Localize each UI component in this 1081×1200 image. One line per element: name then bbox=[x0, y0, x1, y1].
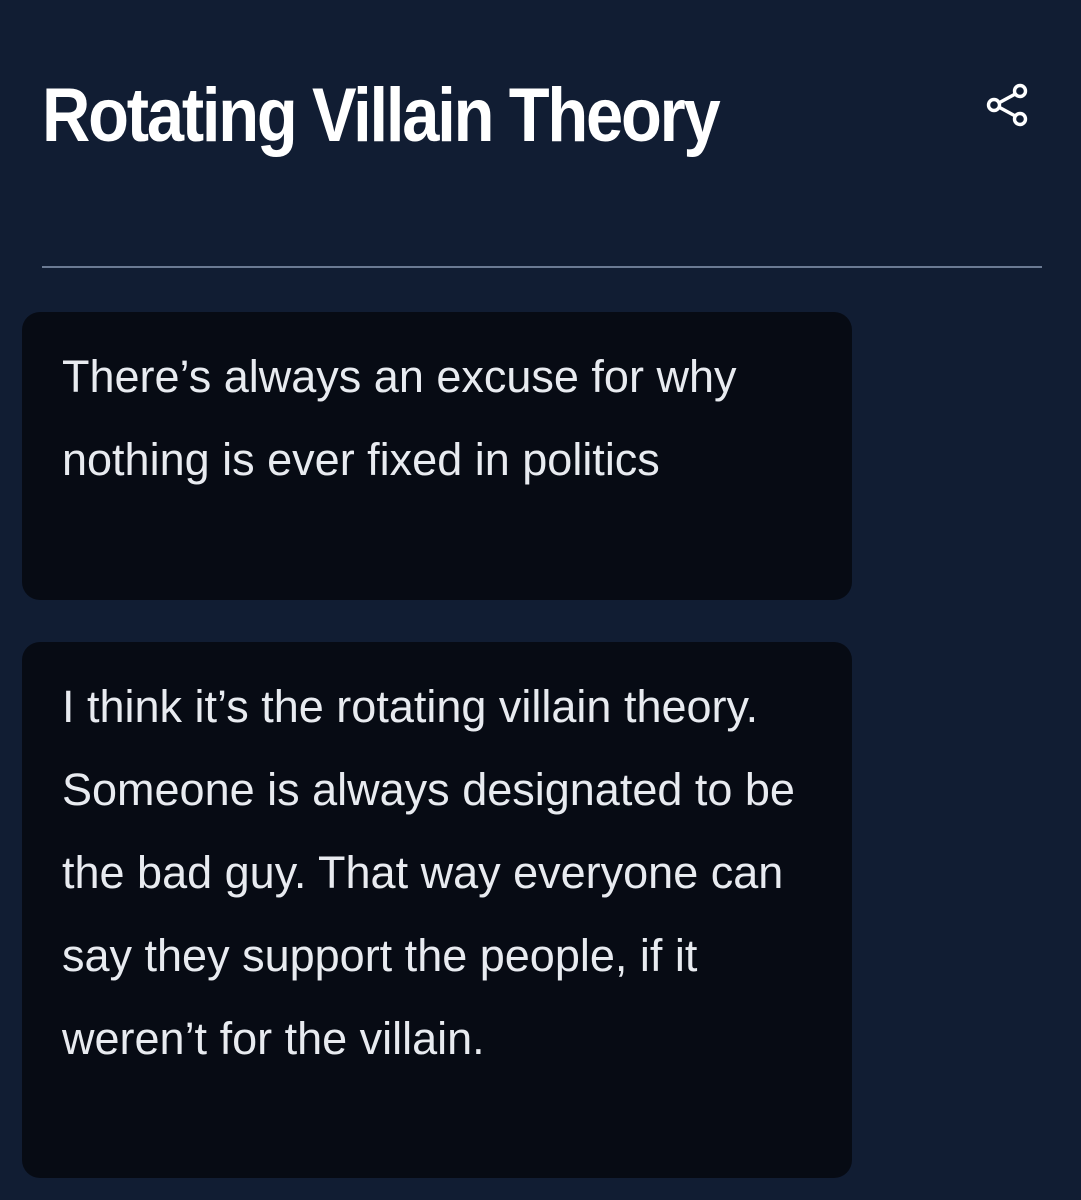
message-text: I think it’s the rotating villain theory… bbox=[62, 681, 795, 1064]
message-card: I think it’s the rotating villain theory… bbox=[22, 642, 852, 1178]
header-divider bbox=[42, 266, 1042, 268]
page-title: Rotating Villain Theory bbox=[42, 73, 721, 158]
share-icon bbox=[983, 79, 1033, 129]
message-text: There’s always an excuse for why nothing… bbox=[62, 351, 737, 485]
share-button[interactable] bbox=[976, 72, 1040, 136]
page: Rotating Villain Theory There’s always a… bbox=[0, 0, 1081, 1200]
message-card: There’s always an excuse for why nothing… bbox=[22, 312, 852, 600]
